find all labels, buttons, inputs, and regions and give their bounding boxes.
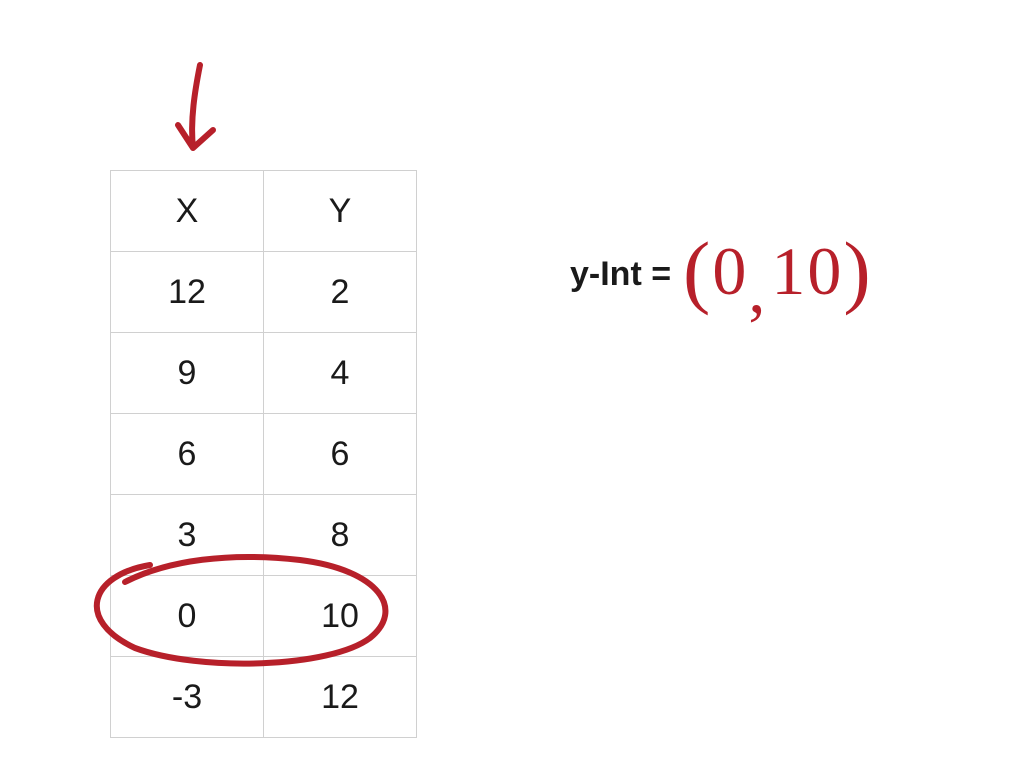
worksheet-canvas: X Y 12 2 9 4 6 6 3 8 0 10 [0,0,1024,768]
cell-x: -3 [111,657,264,738]
cell-x: 0 [111,576,264,657]
answer-comma: , [748,251,767,327]
cell-x: 12 [111,252,264,333]
answer-y: 10 [771,233,843,309]
cell-y: 6 [264,414,417,495]
arrow-down-icon [178,65,213,148]
table-row: 0 10 [111,576,417,657]
table-row: 3 8 [111,495,417,576]
close-paren: ) [843,225,872,316]
cell-y: 2 [264,252,417,333]
y-intercept-label: y-Int = [570,255,671,294]
table-row: 9 4 [111,333,417,414]
cell-y: 4 [264,333,417,414]
cell-y: 12 [264,657,417,738]
table-row: 12 2 [111,252,417,333]
y-intercept-answer: (0,10) [683,220,873,314]
header-y: Y [264,171,417,252]
table-header-row: X Y [111,171,417,252]
cell-x: 6 [111,414,264,495]
cell-y: 8 [264,495,417,576]
cell-x: 9 [111,333,264,414]
answer-x: 0 [712,233,748,309]
cell-y: 10 [264,576,417,657]
header-x: X [111,171,264,252]
open-paren: ( [683,225,712,316]
table-row: -3 12 [111,657,417,738]
xy-table: X Y 12 2 9 4 6 6 3 8 0 10 [110,170,417,738]
table-row: 6 6 [111,414,417,495]
cell-x: 3 [111,495,264,576]
